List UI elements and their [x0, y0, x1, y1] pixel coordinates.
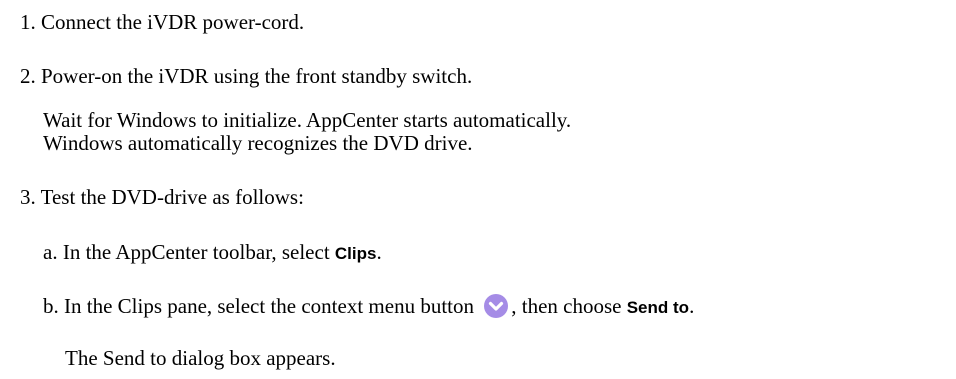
ui-term-send-to: Send to	[626, 298, 690, 317]
step-2-note-line-2: Windows automatically recognizes the DVD…	[43, 131, 473, 155]
step-2-note-line-1: Wait for Windows to initialize. AppCente…	[43, 108, 572, 132]
step-1: 1. Connect the iVDR power-cord.	[20, 10, 304, 34]
ui-term-clips: Clips	[334, 244, 377, 263]
substep-text-middle: , then choose	[511, 294, 627, 318]
substep-a: a. In the AppCenter toolbar, select Clip…	[43, 240, 382, 266]
substep-text-end: .	[376, 240, 382, 264]
step-number: 2.	[20, 64, 36, 88]
step-2: 2. Power-on the iVDR using the front sta…	[20, 64, 472, 88]
step-text: Connect the iVDR power-cord.	[41, 10, 305, 34]
step-text: Test the DVD-drive as follows:	[40, 185, 304, 209]
substep-text: In the AppCenter toolbar, select	[62, 240, 335, 264]
substep-letter: a.	[43, 240, 58, 264]
context-menu-chevron-down-icon	[484, 294, 509, 318]
substep-letter: b.	[43, 294, 59, 318]
substep-b-result: The Send to dialog box appears.	[65, 346, 336, 370]
step-text: Power-on the iVDR using the front standb…	[41, 64, 473, 88]
step-3: 3. Test the DVD-drive as follows:	[20, 185, 304, 209]
step-number: 1.	[20, 10, 36, 34]
substep-b: b. In the Clips pane, select the context…	[43, 293, 694, 320]
substep-text: In the Clips pane, select the context me…	[64, 294, 480, 318]
substep-text-end: .	[689, 294, 695, 318]
step-number: 3.	[20, 185, 36, 209]
